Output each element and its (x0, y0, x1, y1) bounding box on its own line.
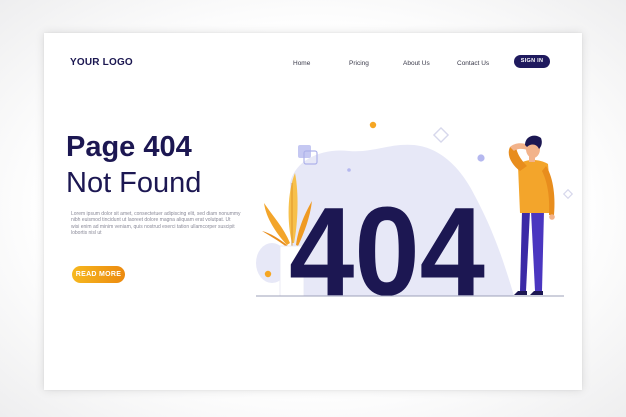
diamond-outline-icon (562, 188, 574, 200)
big-404-text: 404 (289, 181, 485, 322)
orange-dot-icon (369, 121, 377, 129)
confused-person-illustration (508, 135, 555, 295)
error-404-illustration: 404 (256, 121, 574, 322)
diamond-outline-icon (432, 126, 450, 144)
purple-dot-icon (477, 154, 485, 162)
orange-dot-icon (264, 270, 272, 278)
landing-page-card: YOUR LOGO Home Pricing About Us Contact … (44, 33, 582, 390)
small-dot-icon (347, 168, 351, 172)
